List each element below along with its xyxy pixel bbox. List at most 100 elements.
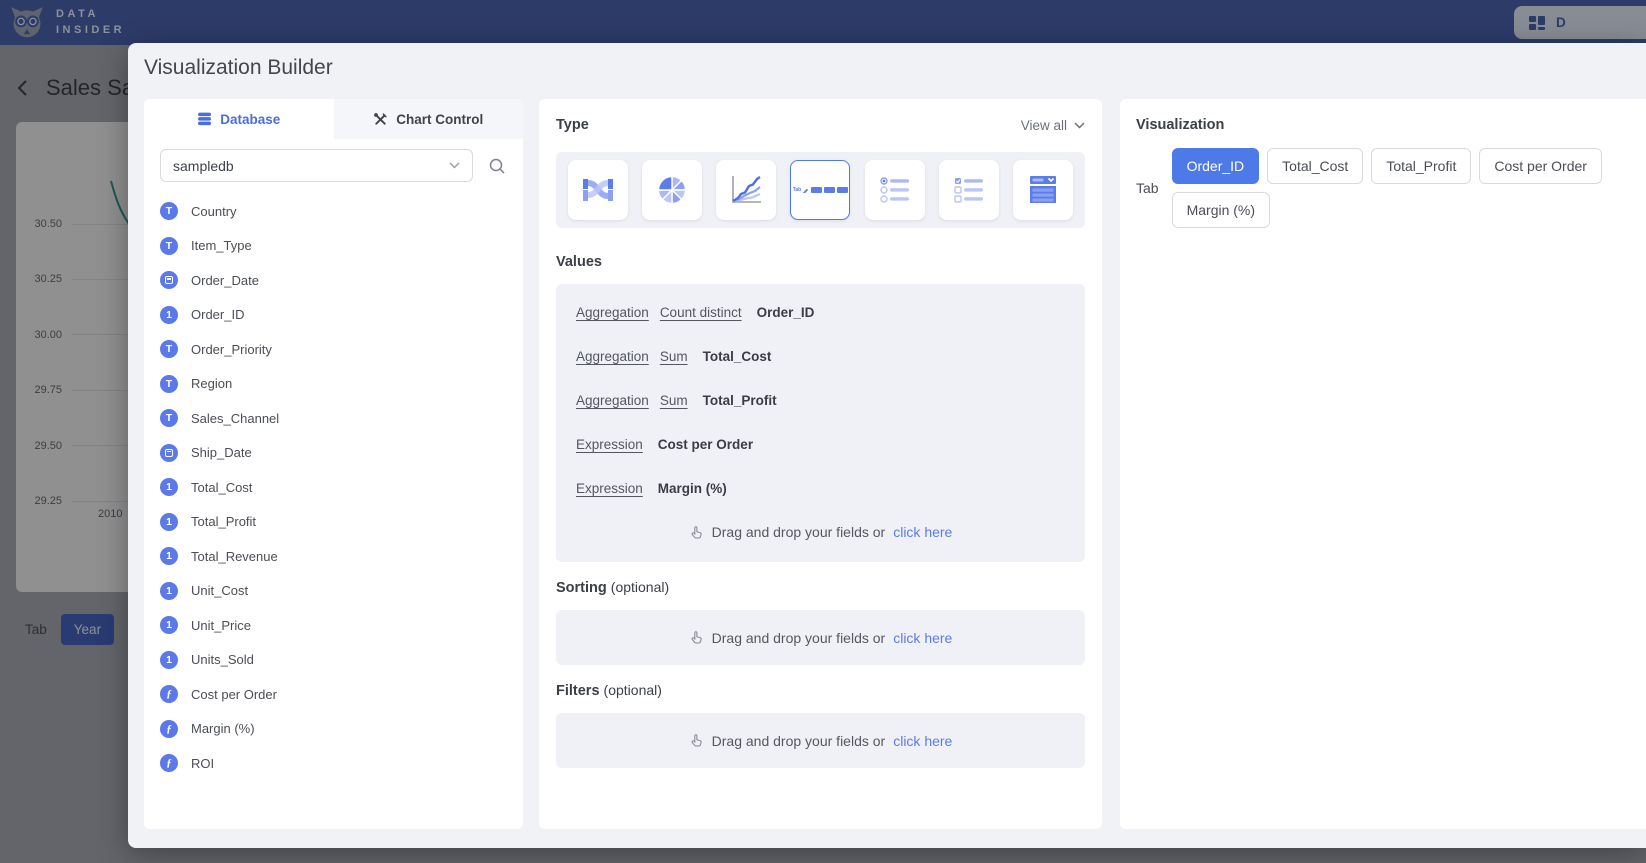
pie-chart-icon: [654, 172, 690, 208]
value-row: Aggregation Sum Total_Cost: [576, 334, 1065, 378]
sum-link[interactable]: Sum: [660, 349, 688, 364]
value-row: ExpressionMargin (%): [576, 466, 1065, 510]
viz-tab-total-cost[interactable]: Total_Cost: [1267, 148, 1363, 184]
charttype-pie[interactable]: [642, 160, 702, 220]
field-name: Unit_Price: [191, 618, 251, 633]
aggregation-link[interactable]: Aggregation: [576, 349, 649, 364]
charttype-dropdown-list[interactable]: [1013, 160, 1073, 220]
function-field-icon: ƒ: [160, 754, 178, 772]
dashboard-button[interactable]: D: [1514, 6, 1646, 39]
values-section-title: Values: [556, 254, 1085, 270]
dropzone-hint: Drag and drop your fields or click here: [576, 510, 1065, 554]
dropzone-text: Drag and drop your fields or: [712, 524, 886, 540]
pencil-icon: [803, 187, 809, 193]
dropzone-text: Drag and drop your fields or: [712, 630, 886, 646]
value-row: Aggregation Sum Total_Profit: [576, 378, 1065, 422]
date-field-icon: [160, 271, 178, 289]
value-row: AggregationCount distinctOrder_ID: [576, 290, 1065, 334]
drag-hand-icon: [689, 630, 704, 645]
visualization-panel: Visualization Tab Order_IDTotal_CostTota…: [1120, 99, 1646, 829]
expression-link[interactable]: Expression: [576, 437, 643, 452]
tab-chart-control[interactable]: Chart Control: [334, 99, 524, 139]
field-item[interactable]: TSales_Channel: [160, 401, 507, 436]
count-distinct-link[interactable]: Count distinct: [660, 305, 742, 320]
text-field-icon: T: [160, 409, 178, 427]
field-list: TCountryTItem_TypeOrder_Date1Order_IDTOr…: [144, 182, 523, 781]
expression-link[interactable]: Expression: [576, 481, 643, 496]
drag-hand-icon: [689, 525, 704, 540]
database-icon: [197, 112, 212, 126]
filters-section-title: Filters (optional): [556, 682, 1085, 699]
charttype-radio-list[interactable]: [865, 160, 925, 220]
text-field-icon: T: [160, 202, 178, 220]
field-item[interactable]: ƒMargin (%): [160, 712, 507, 747]
sorting-dropzone[interactable]: Drag and drop your fields or click here: [556, 610, 1085, 665]
field-item[interactable]: 1Units_Sold: [160, 643, 507, 678]
brand-line2: INSIDER: [56, 23, 125, 39]
charttype-tab-filter[interactable]: Tab: [790, 160, 850, 220]
aggregation-link[interactable]: Aggregation: [576, 305, 649, 320]
viz-tab-total-profit[interactable]: Total_Profit: [1371, 148, 1471, 184]
value-field-name: Total_Profit: [703, 393, 777, 408]
field-item[interactable]: T Country: [160, 194, 507, 229]
field-item[interactable]: 1Total_Cost: [160, 470, 507, 505]
field-item[interactable]: TRegion: [160, 367, 507, 402]
field-item[interactable]: T Order_Priority: [160, 332, 507, 367]
viz-tab-cost-per-order[interactable]: Cost per Order: [1479, 148, 1602, 184]
tab-dash: [837, 187, 848, 193]
field-item[interactable]: ƒROI: [160, 746, 507, 781]
text-field-icon: T: [160, 375, 178, 393]
field-item[interactable]: 1Order_ID: [160, 298, 507, 333]
tab-dash: [811, 187, 822, 193]
dropzone-hint: Drag and drop your fields or click here: [689, 616, 953, 660]
charttype-checkbox-list[interactable]: [939, 160, 999, 220]
search-icon[interactable]: [487, 156, 507, 176]
brand-logo: DATA INSIDER: [0, 5, 125, 41]
brand-line1: DATA: [56, 7, 125, 23]
field-item[interactable]: Ship_Date: [160, 436, 507, 471]
drag-hand-icon: [689, 733, 704, 748]
tab-database[interactable]: Database: [144, 99, 334, 139]
field-name: Item_Type: [191, 238, 252, 253]
datasource-value: sampledb: [173, 158, 234, 174]
viz-control-label: Tab: [1136, 180, 1159, 196]
field-item[interactable]: Order_Date: [160, 263, 507, 298]
filters-dropzone[interactable]: Drag and drop your fields orclick here: [556, 713, 1085, 768]
field-name: Order_Priority: [191, 342, 272, 357]
tab-filter-mini-label: Tab: [793, 187, 802, 193]
dashboard-button-label: D: [1556, 15, 1566, 30]
values-dropzone[interactable]: AggregationCount distinctOrder_IDAggrega…: [556, 284, 1085, 562]
viz-tab-order-id[interactable]: Order_ID: [1172, 148, 1260, 184]
charttype-sankey[interactable]: [568, 160, 628, 220]
aggregation-link[interactable]: Aggregation: [576, 393, 649, 408]
number-field-icon: 1: [160, 547, 178, 565]
checkbox-list-icon: [951, 172, 987, 208]
screen: DATA INSIDER D Sales Sa 30.5030.2530.002…: [0, 0, 1646, 863]
function-field-icon: ƒ: [160, 685, 178, 703]
type-section-title: Type: [556, 117, 589, 133]
value-field-name: Total_Cost: [703, 349, 772, 364]
text-field-icon: T: [160, 340, 178, 358]
number-field-icon: 1: [160, 478, 178, 496]
dropzone-hint: Drag and drop your fields orclick here: [689, 719, 953, 763]
dropzone-click-here-link[interactable]: click here: [893, 733, 952, 749]
sum-link[interactable]: Sum: [660, 393, 688, 408]
field-item[interactable]: ƒCost per Order: [160, 677, 507, 712]
field-item[interactable]: 1Total_Revenue: [160, 539, 507, 574]
dropzone-click-here-link[interactable]: click here: [893, 524, 952, 540]
field-item[interactable]: TItem_Type: [160, 229, 507, 264]
configuration-panel: Type View all Tab: [539, 99, 1102, 829]
dropzone-click-here-link[interactable]: click here: [893, 630, 952, 646]
field-item[interactable]: 1Total_Profit: [160, 505, 507, 540]
field-item[interactable]: 1Unit_Cost: [160, 574, 507, 609]
tab-database-label: Database: [220, 112, 280, 127]
field-item[interactable]: 1Unit_Price: [160, 608, 507, 643]
tools-icon: [373, 112, 388, 127]
field-name: Country: [191, 204, 237, 219]
charttype-line[interactable]: [716, 160, 776, 220]
view-all-button[interactable]: View all: [1021, 118, 1085, 133]
number-field-icon: 1: [160, 582, 178, 600]
chevron-down-icon: [449, 162, 460, 169]
datasource-select[interactable]: sampledb: [160, 149, 473, 182]
viz-tab-margin-[interactable]: Margin (%): [1172, 192, 1270, 228]
